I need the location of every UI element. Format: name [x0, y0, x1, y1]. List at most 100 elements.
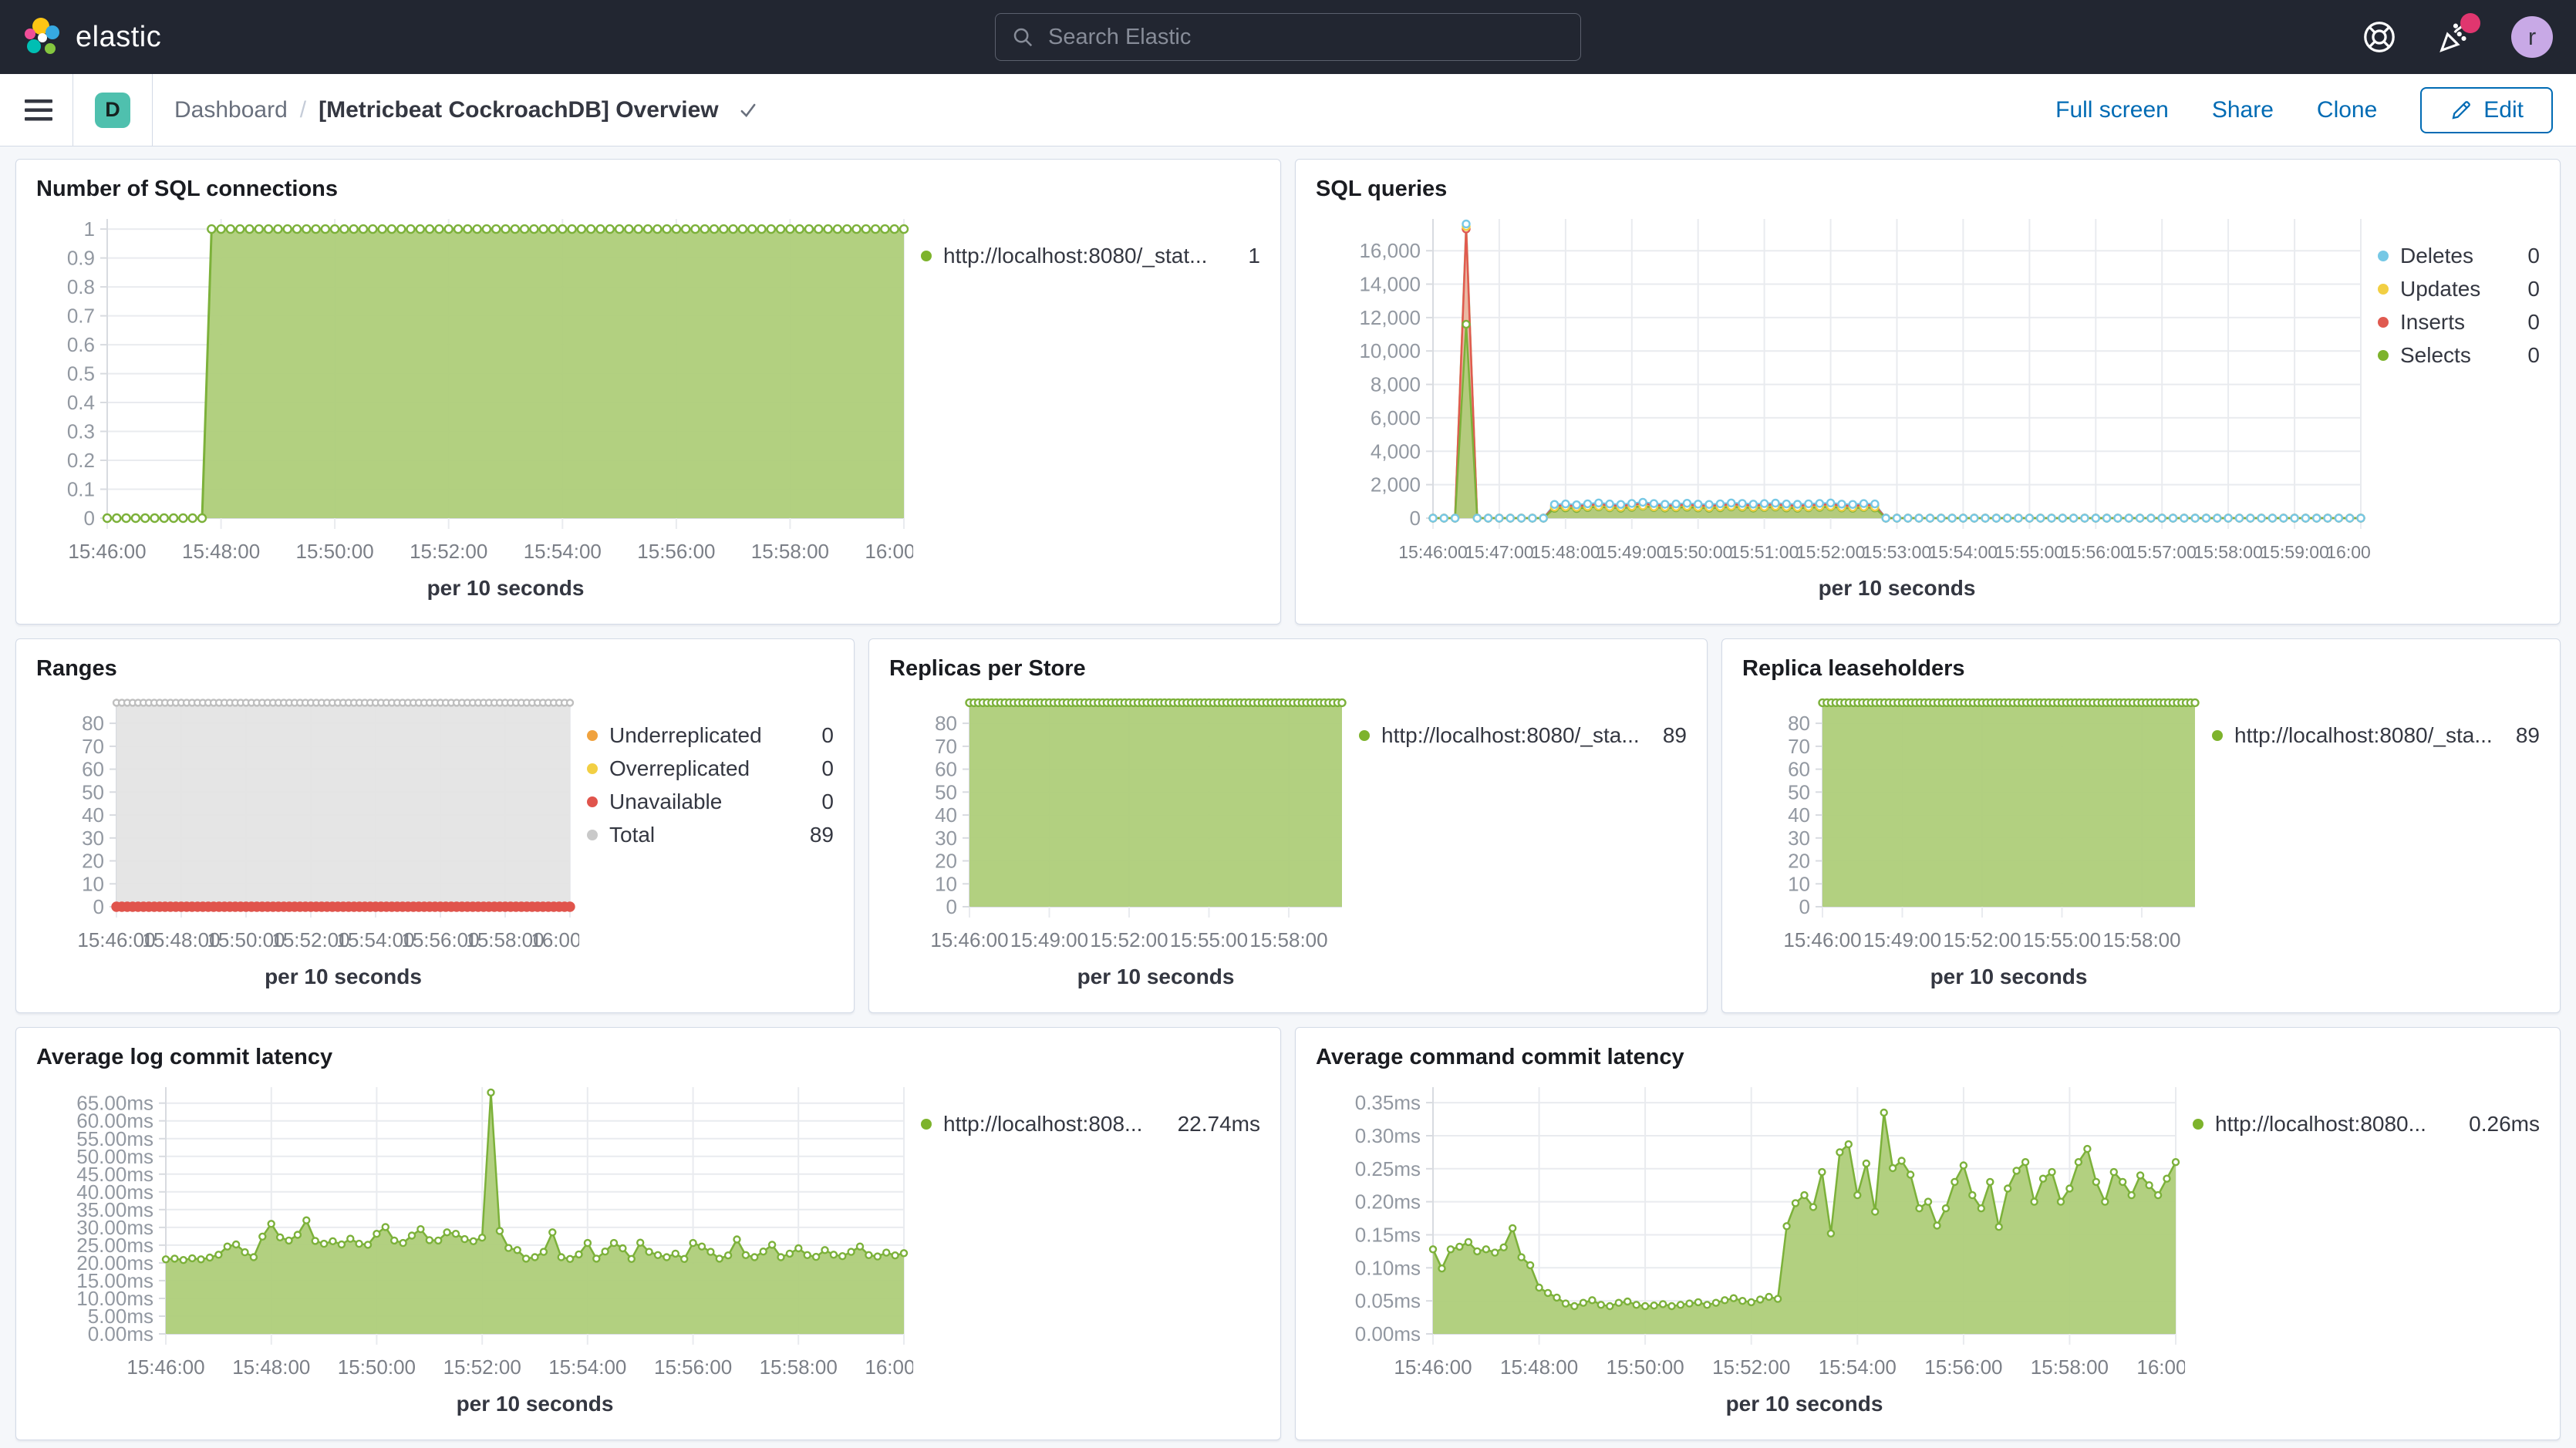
legend-item[interactable]: http://localhost:8080/_sta...89: [2212, 719, 2540, 752]
notification-dot: [2460, 13, 2480, 33]
full-screen-button[interactable]: Full screen: [2055, 97, 2169, 123]
user-avatar[interactable]: r: [2511, 16, 2553, 58]
pencil-icon: [2450, 99, 2473, 122]
svg-text:15:47:00: 15:47:00: [1465, 542, 1534, 562]
chart-sql-queries[interactable]: 02,0004,0006,0008,00010,00012,00014,0001…: [1316, 207, 2370, 604]
svg-text:0.20ms: 0.20ms: [1355, 1190, 1421, 1214]
legend-ranges: Underreplicated0Overreplicated0Unavailab…: [587, 719, 834, 851]
legend-item[interactable]: Updates0: [2378, 272, 2540, 305]
svg-text:50: 50: [82, 780, 104, 803]
svg-text:per 10 seconds: per 10 seconds: [457, 1392, 614, 1416]
panel-body: 0102030405060708015:46:0015:49:0015:52:0…: [889, 686, 1687, 993]
svg-text:4,000: 4,000: [1371, 439, 1421, 463]
svg-text:0.1: 0.1: [67, 478, 95, 501]
legend-color-dot: [587, 730, 598, 741]
svg-text:per 10 seconds: per 10 seconds: [1726, 1392, 1883, 1416]
svg-text:15:50:00: 15:50:00: [1664, 542, 1733, 562]
share-button[interactable]: Share: [2212, 97, 2274, 123]
svg-text:15:54:00: 15:54:00: [1819, 1355, 1897, 1379]
legend-item[interactable]: http://localhost:8080/_sta...89: [1359, 719, 1687, 752]
svg-text:20: 20: [1788, 850, 1810, 873]
legend-item[interactable]: Underreplicated0: [587, 719, 834, 752]
search-input[interactable]: [1047, 24, 1565, 51]
svg-text:15:55:00: 15:55:00: [1170, 928, 1248, 951]
legend-item[interactable]: Unavailable 0: [587, 785, 834, 818]
legend-value: 0: [821, 756, 834, 781]
svg-text:per 10 seconds: per 10 seconds: [265, 965, 422, 988]
help-button[interactable]: [2360, 18, 2399, 56]
legend-value: 0.26ms: [2469, 1112, 2540, 1137]
svg-text:60: 60: [1788, 758, 1810, 781]
legend-label: Selects: [2400, 343, 2508, 368]
legend-color-dot: [2212, 730, 2223, 741]
chart-command-commit-latency[interactable]: 0.00ms0.05ms0.10ms0.15ms0.20ms0.25ms0.30…: [1316, 1075, 2185, 1420]
panel-body: 0102030405060708015:46:0015:48:0015:50:0…: [36, 686, 834, 993]
legend-value: 0: [2527, 310, 2540, 335]
legend-item[interactable]: http://localhost:8080/_stat...1: [921, 239, 1260, 272]
legend-item[interactable]: Overreplicated0: [587, 752, 834, 785]
panel-body: 0.00ms5.00ms10.00ms15.00ms20.00ms25.00ms…: [36, 1075, 1260, 1420]
legend-command-commit-latency: http://localhost:8080...0.26ms: [2193, 1107, 2540, 1140]
svg-text:0.30ms: 0.30ms: [1355, 1124, 1421, 1147]
svg-text:70: 70: [935, 735, 957, 758]
panel-replica-leaseholders: Replica leaseholders 0102030405060708015…: [1721, 638, 2561, 1013]
svg-text:15:56:00: 15:56:00: [1924, 1355, 2002, 1379]
breadcrumb-dashboard-link[interactable]: Dashboard: [174, 97, 288, 123]
edit-button[interactable]: Edit: [2420, 87, 2553, 133]
legend-item[interactable]: http://localhost:808...22.74ms: [921, 1107, 1260, 1140]
legend-item[interactable]: Inserts0: [2378, 305, 2540, 338]
panel-command-commit-latency: Average command commit latency 0.00ms0.0…: [1295, 1027, 2561, 1440]
avatar-letter: r: [2528, 23, 2536, 51]
elastic-logo-icon: [23, 17, 63, 57]
legend-color-dot: [587, 796, 598, 807]
chart-log-commit-latency[interactable]: 0.00ms5.00ms10.00ms15.00ms20.00ms25.00ms…: [36, 1075, 913, 1420]
legend-label: Unavailable: [609, 790, 802, 814]
legend-item[interactable]: Selects0: [2378, 338, 2540, 372]
dashboard-app-badge[interactable]: D: [95, 93, 130, 128]
svg-text:15:54:00: 15:54:00: [1929, 542, 1998, 562]
panel-sql-connections: Number of SQL connections 00.10.20.30.40…: [15, 159, 1281, 625]
chart-replicas-per-store[interactable]: 0102030405060708015:46:0015:49:0015:52:0…: [889, 686, 1351, 993]
svg-text:0.3: 0.3: [67, 420, 95, 443]
legend-color-dot: [2378, 350, 2389, 361]
title-check-icon[interactable]: [737, 99, 759, 121]
svg-text:0.2: 0.2: [67, 449, 95, 472]
svg-text:15:50:00: 15:50:00: [338, 1355, 416, 1379]
svg-text:15:46:00: 15:46:00: [930, 928, 1008, 951]
svg-text:15:50:00: 15:50:00: [1606, 1355, 1684, 1379]
legend-sql-queries: Deletes0Updates0Inserts0Selects0: [2378, 239, 2540, 372]
svg-text:6,000: 6,000: [1371, 406, 1421, 429]
svg-text:15:54:00: 15:54:00: [548, 1355, 626, 1379]
svg-text:15:55:00: 15:55:00: [2023, 928, 2101, 951]
menu-button[interactable]: [5, 74, 72, 146]
svg-text:16:00:00: 16:00:00: [531, 928, 579, 951]
global-search[interactable]: [995, 13, 1581, 61]
panel-log-commit-latency: Average log commit latency 0.00ms5.00ms1…: [15, 1027, 1281, 1440]
legend-color-dot: [587, 830, 598, 840]
legend-item[interactable]: Total89: [587, 818, 834, 851]
svg-text:60: 60: [935, 758, 957, 781]
panel-title: Average command commit latency: [1316, 1045, 2540, 1070]
search-icon: [1011, 25, 1034, 49]
svg-text:15:52:00: 15:52:00: [1943, 928, 2021, 951]
svg-text:1: 1: [84, 217, 95, 241]
whats-new-button[interactable]: [2436, 18, 2474, 56]
legend-color-dot: [921, 251, 932, 261]
chart-ranges[interactable]: 0102030405060708015:46:0015:48:0015:50:0…: [36, 686, 579, 993]
legend-item[interactable]: Deletes0: [2378, 239, 2540, 272]
clone-button[interactable]: Clone: [2317, 97, 2377, 123]
svg-text:30: 30: [82, 827, 104, 850]
legend-value: 0: [821, 790, 834, 814]
svg-text:14,000: 14,000: [1359, 273, 1421, 296]
top-navbar: elastic r: [0, 0, 2576, 74]
svg-text:2,000: 2,000: [1371, 473, 1421, 497]
legend-log-commit-latency: http://localhost:808...22.74ms: [921, 1107, 1260, 1140]
legend-color-dot: [587, 763, 598, 774]
legend-value: 0: [821, 723, 834, 748]
chart-replica-leaseholders[interactable]: 0102030405060708015:46:0015:49:0015:52:0…: [1742, 686, 2204, 993]
svg-text:10,000: 10,000: [1359, 339, 1421, 362]
legend-item[interactable]: http://localhost:8080...0.26ms: [2193, 1107, 2540, 1140]
chart-sql-connections[interactable]: 00.10.20.30.40.50.60.70.80.9115:46:0015:…: [36, 207, 913, 604]
svg-text:65.00ms: 65.00ms: [76, 1092, 153, 1115]
elastic-logo[interactable]: elastic: [23, 17, 161, 57]
